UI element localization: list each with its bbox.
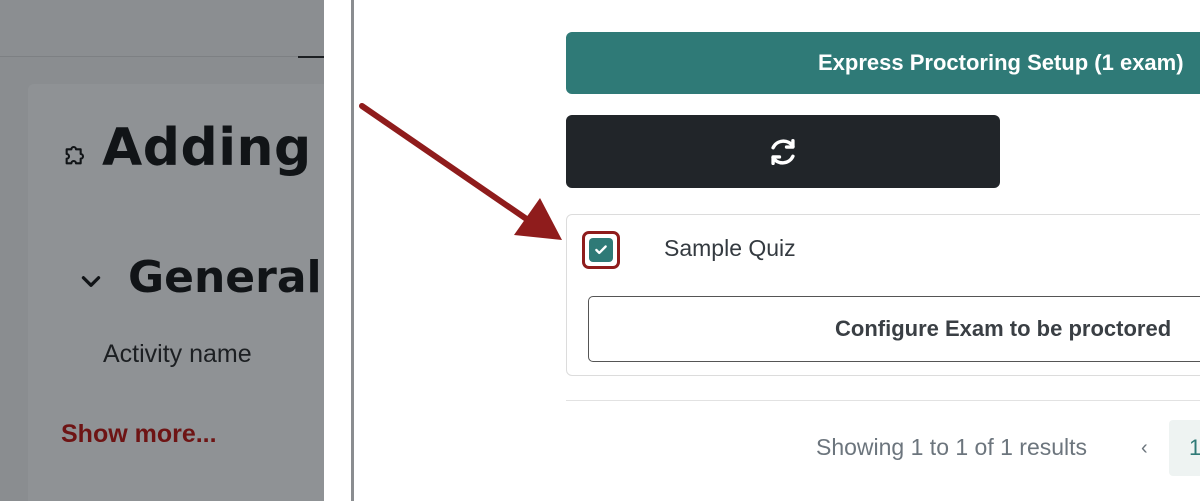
- section-title: General: [128, 252, 322, 303]
- pagination-page[interactable]: 1: [1169, 420, 1200, 476]
- configure-exam-button[interactable]: Configure Exam to be proctored: [588, 296, 1200, 362]
- background-page-overlay: Adding General Activity name Show more..…: [0, 0, 324, 501]
- top-navbar: [0, 0, 324, 57]
- nav-active-indicator: [298, 56, 324, 58]
- show-more-link[interactable]: Show more...: [61, 420, 217, 449]
- exam-name: Sample Quiz: [664, 235, 796, 261]
- puzzle-icon: [65, 145, 85, 165]
- express-proctoring-setup-button[interactable]: Express Proctoring Setup (1 exam): [566, 32, 1200, 94]
- refresh-button[interactable]: [566, 115, 1000, 188]
- chevron-down-icon[interactable]: [78, 268, 104, 294]
- panel-divider: [324, 0, 354, 501]
- page-title: Adding: [102, 118, 312, 178]
- pagination-prev[interactable]: ‹: [1141, 437, 1148, 460]
- checkbox-highlight: [582, 231, 620, 269]
- check-icon: [595, 245, 607, 255]
- refresh-icon: [771, 138, 795, 165]
- separator: [566, 400, 1200, 401]
- divider-line: [351, 0, 354, 501]
- results-summary: Showing 1 to 1 of 1 results: [816, 434, 1088, 460]
- exam-select-checkbox[interactable]: [589, 238, 613, 262]
- activity-name-label: Activity name: [103, 340, 252, 368]
